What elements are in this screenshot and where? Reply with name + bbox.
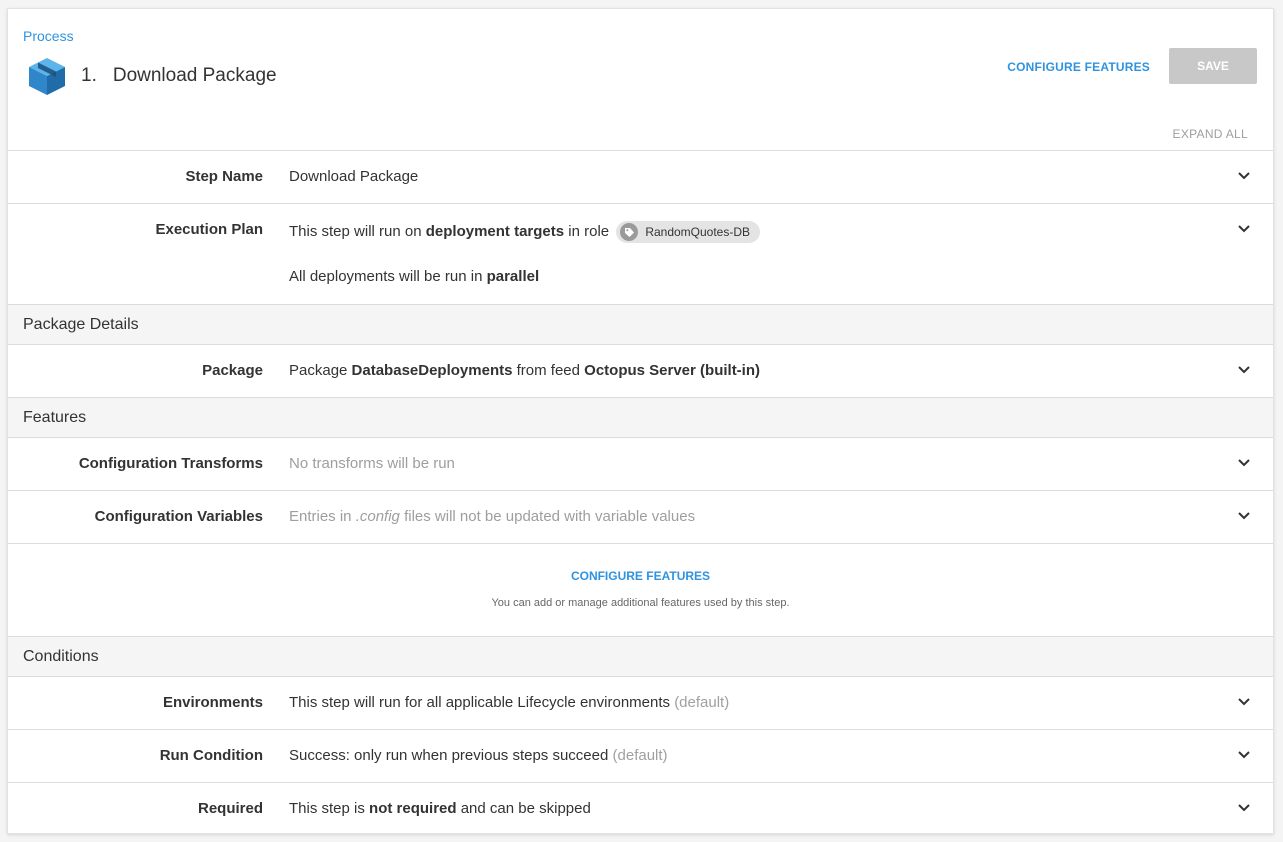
section-conditions: Conditions bbox=[8, 636, 1273, 676]
configure-features-button[interactable]: CONFIGURE FEATURES bbox=[1007, 60, 1150, 74]
package-mid: from feed bbox=[512, 362, 585, 379]
configure-features-help: You can add or manage additional feature… bbox=[491, 597, 790, 609]
package-name: DatabaseDeployments bbox=[351, 362, 513, 379]
config-transforms-value: No transforms will be run bbox=[289, 455, 455, 472]
package-summary: Package DatabaseDeployments from feed Oc… bbox=[289, 362, 760, 379]
step-settings-list: Step Name Download Package Execution Pla… bbox=[8, 150, 1273, 834]
required-prefix: This step is bbox=[289, 800, 370, 817]
expand-all-button[interactable]: EXPAND ALL bbox=[1173, 127, 1248, 141]
step-name-row[interactable]: Step Name Download Package bbox=[8, 150, 1273, 203]
step-name-value: Download Package bbox=[289, 168, 419, 185]
chevron-down-icon[interactable] bbox=[1237, 695, 1251, 709]
run-condition-value: Success: only run when previous steps su… bbox=[289, 747, 668, 764]
not-required-text: not required bbox=[369, 800, 457, 817]
chevron-down-icon[interactable] bbox=[1237, 509, 1251, 523]
chevron-down-icon[interactable] bbox=[1237, 222, 1251, 236]
run-condition-text: Success: only run when previous steps su… bbox=[289, 747, 609, 764]
chevron-down-icon[interactable] bbox=[1237, 169, 1251, 183]
role-chip-label: RandomQuotes-DB bbox=[645, 225, 751, 239]
step-name-label: Step Name bbox=[185, 168, 263, 185]
config-variables-value: Entries in .config files will not be upd… bbox=[289, 508, 695, 525]
config-transforms-row[interactable]: Configuration Transforms No transforms w… bbox=[8, 437, 1273, 490]
run-condition-default: (default) bbox=[612, 747, 668, 764]
step-number: 1. bbox=[81, 65, 97, 86]
parallel-prefix: All deployments will be run in bbox=[289, 268, 487, 285]
package-prefix: Package bbox=[289, 362, 352, 379]
environments-value: This step will run for all applicable Li… bbox=[289, 694, 729, 711]
execution-plan-label: Execution Plan bbox=[155, 221, 263, 238]
parallel-text: parallel bbox=[486, 268, 540, 285]
in-role-text: in role bbox=[564, 222, 610, 240]
step-title: Download Package bbox=[112, 65, 277, 86]
execution-plan-summary: This step will run on deployment targets… bbox=[289, 221, 761, 243]
run-condition-label: Run Condition bbox=[159, 747, 263, 764]
breadcrumb-process[interactable]: Process bbox=[23, 28, 74, 44]
required-value: This step is not required and can be ski… bbox=[289, 800, 591, 817]
step-editor-card: Process 1. Download Package CONFIGURE FE… bbox=[7, 8, 1274, 834]
environments-default: (default) bbox=[674, 694, 730, 711]
chevron-down-icon[interactable] bbox=[1237, 801, 1251, 815]
feed-name: Octopus Server (built-in) bbox=[584, 362, 761, 379]
required-suffix: and can be skipped bbox=[456, 800, 591, 817]
config-variables-row[interactable]: Configuration Variables Entries in .conf… bbox=[8, 490, 1273, 543]
run-condition-row[interactable]: Run Condition Success: only run when pre… bbox=[8, 729, 1273, 782]
chevron-down-icon[interactable] bbox=[1237, 363, 1251, 377]
package-label: Package bbox=[202, 362, 263, 379]
role-chip: RandomQuotes-DB bbox=[616, 221, 761, 243]
package-box-icon bbox=[29, 58, 65, 95]
environments-label: Environments bbox=[162, 694, 263, 711]
config-transforms-label: Configuration Transforms bbox=[78, 455, 263, 472]
execution-plan-parallel: All deployments will be run in parallel bbox=[289, 268, 539, 285]
chevron-down-icon[interactable] bbox=[1237, 456, 1251, 470]
configure-features-link[interactable]: CONFIGURE FEATURES bbox=[8, 569, 1273, 583]
tag-icon bbox=[620, 223, 639, 241]
config-extension: .config bbox=[355, 508, 400, 525]
environments-text: This step will run for all applicable Li… bbox=[289, 694, 671, 711]
chevron-down-icon[interactable] bbox=[1237, 748, 1251, 762]
configure-features-block: CONFIGURE FEATURES You can add or manage… bbox=[8, 543, 1273, 636]
section-package-details: Package Details bbox=[8, 304, 1273, 344]
required-label: Required bbox=[197, 800, 263, 817]
config-variables-label: Configuration Variables bbox=[94, 508, 263, 525]
page-title: 1. Download Package bbox=[26, 56, 277, 96]
save-button[interactable]: SAVE bbox=[1169, 48, 1257, 84]
config-variables-prefix: Entries in bbox=[289, 508, 356, 525]
execution-plan-row[interactable]: Execution Plan This step will run on dep… bbox=[8, 203, 1273, 304]
config-variables-suffix: files will not be updated with variable … bbox=[399, 508, 696, 525]
deployment-targets-text: deployment targets bbox=[425, 222, 565, 240]
environments-row[interactable]: Environments This step will run for all … bbox=[8, 676, 1273, 729]
section-features: Features bbox=[8, 397, 1273, 437]
execution-plan-text: This step will run on bbox=[289, 222, 426, 240]
required-row[interactable]: Required This step is not required and c… bbox=[8, 782, 1273, 834]
package-row[interactable]: Package Package DatabaseDeployments from… bbox=[8, 344, 1273, 397]
